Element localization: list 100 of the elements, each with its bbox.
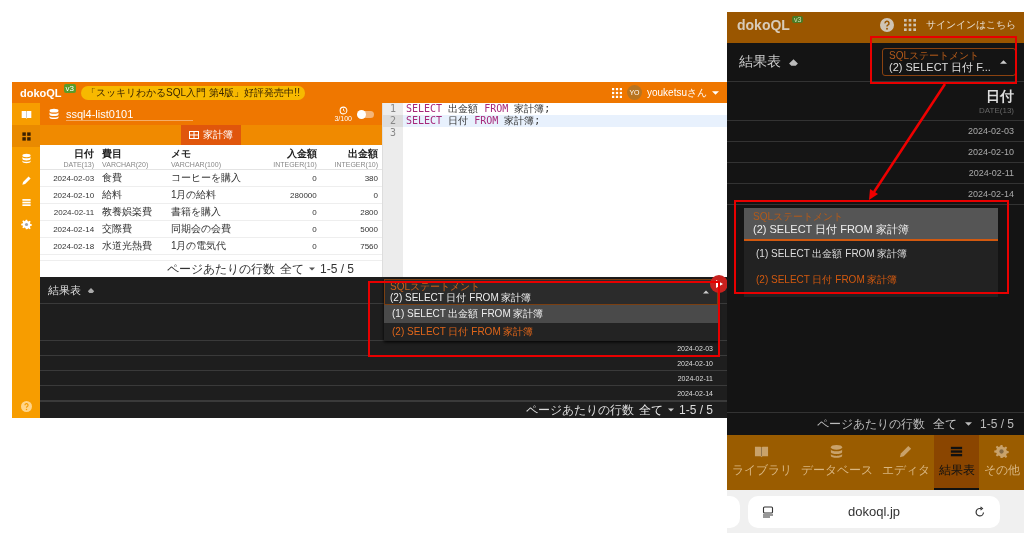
caret-up-icon [703, 290, 709, 294]
code-line: SELECT 日付 FROM 家計簿; [405, 115, 541, 127]
app-logo: dokoQL [20, 86, 62, 99]
page-range: 1-5 / 5 [319, 262, 354, 276]
table-cell: 0 [259, 237, 321, 255]
notice-banner[interactable]: 「スッキリわかるSQL入門 第4版」好評発売中!! [81, 85, 305, 100]
table-cell: 2800 [320, 203, 382, 221]
table-cell: 教養娯楽費 [98, 203, 167, 221]
rows-per-page-label: ページあたりの行数 [816, 415, 925, 433]
play-icon [715, 280, 723, 288]
page-range: 1-5 / 5 [979, 417, 1014, 431]
statement-select[interactable]: SQLステートメント (2) SELECT 日付 F... [882, 48, 1016, 76]
select-value: (2) SELECT 日付 FROM 家計簿 [753, 222, 910, 237]
rows-per-page-select[interactable]: 全て [638, 401, 663, 419]
help-icon[interactable] [880, 17, 894, 32]
statement-option[interactable]: (1) SELECT 出金額 FROM 家計簿 [744, 241, 998, 267]
caret-icon[interactable] [964, 422, 972, 426]
signin-link[interactable]: サインインはこちら [926, 17, 1016, 32]
help-icon[interactable] [20, 401, 32, 412]
table-cell: 7560 [320, 237, 382, 255]
version-badge: v3 [63, 84, 76, 93]
table-cell: 2024-02-03 [967, 126, 1014, 136]
table-cell: 0 [259, 220, 321, 238]
sql-editor[interactable]: 1 SELECT 出金額 FROM 家計簿; 2 SELECT 日付 FROM 家計簿; 3 [383, 103, 727, 277]
line-number: 3 [383, 127, 403, 139]
table-cell: 1月の給料 [166, 186, 260, 204]
pencil-icon [898, 444, 913, 459]
table-cell: 2024-02-11 [968, 168, 1014, 178]
table-cell: 1月の電気代 [166, 237, 260, 255]
column-name: 出金額 [347, 147, 378, 161]
gear-icon [20, 218, 32, 230]
statement-option[interactable]: (1) SELECT 出金額 FROM 家計簿 [384, 305, 718, 323]
caret-icon[interactable] [667, 408, 674, 412]
table-cell: 380 [320, 169, 382, 187]
url-text: dokoql.jp [846, 504, 901, 519]
table-cell: 食費 [98, 169, 167, 187]
rows-per-page-select[interactable]: 全て [932, 415, 957, 433]
app-logo: dokoQL [737, 16, 790, 33]
database-icon [829, 444, 844, 459]
select-value: (2) SELECT 日付 F... [889, 61, 992, 74]
code-line: SELECT 出金額 FROM 家計簿; [405, 103, 551, 115]
column-type: DATE(13) [979, 105, 1014, 115]
column-name: 入金額 [285, 147, 317, 161]
line-number: 1 [383, 103, 403, 115]
table-cell: 0 [259, 203, 321, 221]
pencil-icon [20, 174, 32, 186]
rows-per-page-label: ページあたりの行数 [166, 260, 275, 278]
table-cell: 交際費 [98, 220, 167, 238]
table-cell: 水道光熱費 [98, 237, 167, 255]
eraser-icon[interactable] [87, 286, 95, 294]
line-number: 2 [383, 115, 403, 127]
database-icon [48, 108, 60, 120]
book-icon [754, 444, 769, 459]
apps-icon[interactable] [611, 87, 622, 98]
table-cell: 2024-02-14 [40, 220, 99, 238]
toggle-switch[interactable] [358, 110, 374, 118]
table-cell: 2024-02-11 [40, 203, 99, 221]
select-value: (2) SELECT 日付 FROM 家計簿 [390, 292, 533, 303]
table-cell: 2024-02-14 [967, 189, 1014, 199]
address-bar[interactable]: dokoql.jp [748, 495, 1000, 528]
list-icon [949, 444, 964, 459]
page-range: 1-5 / 5 [678, 403, 713, 417]
column-name: 費目 [102, 147, 124, 161]
caret-icon[interactable] [308, 267, 315, 271]
table-cell: 2024-02-18 [40, 237, 99, 255]
table-cell: 5000 [320, 220, 382, 238]
table-cell: 給料 [98, 186, 167, 204]
reload-icon[interactable] [974, 505, 986, 518]
page-icon [762, 505, 774, 518]
rows-per-page-label: ページあたりの行数 [525, 401, 634, 419]
table-cell: 0 [320, 186, 382, 204]
rows-per-page-select[interactable]: 全て [279, 260, 304, 278]
table-cell: 0 [259, 169, 321, 187]
statement-select[interactable]: SQLステートメント (2) SELECT 日付 FROM 家計簿 [744, 208, 998, 241]
table-tab[interactable]: 家計簿 [181, 125, 241, 145]
table-cell: 2024-02-10 [967, 147, 1014, 157]
table-cell: 280000 [259, 186, 321, 204]
table-cell: 2024-02-03 [40, 169, 99, 187]
eraser-icon[interactable] [788, 57, 799, 67]
database-name: ssql4-list0101 [66, 107, 194, 121]
statement-option[interactable]: (2) SELECT 日付 FROM 家計簿 [744, 267, 998, 293]
column-name: メモ [170, 147, 192, 161]
table-cell: 書籍を購入 [166, 203, 260, 221]
gear-icon [994, 444, 1009, 459]
statement-option[interactable]: (2) SELECT 日付 FROM 家計簿 [384, 323, 718, 341]
results-title: 結果表 [48, 282, 81, 298]
apps-icon[interactable] [904, 18, 916, 31]
book-icon [20, 108, 32, 120]
table-icon [189, 131, 199, 139]
history-icon[interactable] [338, 106, 348, 115]
table-cell: コーヒーを購入 [166, 169, 260, 187]
select-label: SQLステートメント [753, 211, 844, 222]
list-icon [20, 196, 32, 208]
sidebar-item[interactable] [12, 125, 40, 147]
table-cell: 2024-02-10 [40, 186, 99, 204]
column-name: 日付 [73, 147, 95, 161]
column-name: 日付 [986, 87, 1014, 106]
results-title: 結果表 [739, 53, 781, 71]
grid-icon [20, 130, 32, 142]
select-label: SQLステートメント [889, 50, 980, 62]
